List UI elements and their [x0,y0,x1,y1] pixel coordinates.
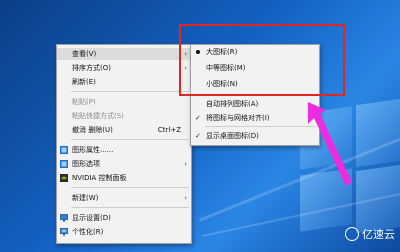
desktop-context-menu: 查看(V) › 排序方式(O) › 刷新(E) 粘贴(P) 粘贴快捷方式(S) … [56,44,192,244]
menu-item-label: 大图标(R) [206,48,238,56]
menu-item-label: 图形属性...... [72,146,114,154]
nvidia-icon [60,174,68,182]
menu-item-sort-by[interactable]: 排序方式(O) › [57,62,191,74]
intel-graphics-icon [60,146,68,154]
radio-bullet-icon [196,50,200,54]
checkmark-icon: ✓ [195,132,201,140]
menu-item-new[interactable]: 新建(W) › [57,192,191,204]
chevron-right-icon: › [184,194,187,202]
menu-item-label: 显示桌面图标(D) [206,132,259,140]
menu-shortcut-text: Ctrl+Z [157,126,181,134]
checkmark-icon: ✓ [195,114,201,122]
chevron-right-icon: › [184,160,187,168]
menu-item-display-settings[interactable]: 显示设置(D) [57,212,191,224]
menu-item-graphics-options[interactable]: 图形选项 › [57,158,191,170]
watermark: 亿速云 [345,226,395,242]
menu-item-nvidia-control-panel[interactable]: NVIDIA 控制面板 [57,172,191,184]
watermark-logo-icon [345,227,359,241]
menu-item-label: 自动排列图标(A) [206,100,259,108]
menu-item-undo-delete[interactable]: 撤消 删除(U) Ctrl+Z [57,124,191,136]
menu-item-paste-shortcut[interactable]: 粘贴快捷方式(S) [57,110,191,122]
menu-separator [205,94,317,95]
chevron-right-icon: › [184,50,187,58]
submenu-item-large-icons[interactable]: 大图标(R) [191,46,319,58]
menu-separator [71,91,189,92]
menu-item-label: 小图标(N) [206,80,238,88]
display-icon [60,214,68,222]
menu-item-label: 图形选项 [72,160,100,168]
menu-item-label: 粘贴快捷方式(S) [72,112,124,120]
menu-item-label: 查看(V) [72,50,97,58]
menu-item-label: 排序方式(O) [72,64,111,72]
menu-item-label: 新建(W) [72,194,99,202]
menu-separator [71,139,189,140]
menu-item-label: 粘贴(P) [72,98,96,106]
menu-item-label: 个性化(R) [72,228,104,236]
chevron-right-icon: › [184,64,187,72]
menu-item-label: 刷新(E) [72,78,96,86]
menu-item-graphics-properties[interactable]: 图形属性...... [57,144,191,156]
menu-item-paste[interactable]: 粘贴(P) [57,96,191,108]
watermark-text: 亿速云 [362,228,395,241]
pointer-arrow-icon [308,102,352,186]
menu-item-label: 中等图标(M) [206,64,246,72]
intel-graphics-icon [60,160,68,168]
menu-separator [71,207,189,208]
menu-item-label: 显示设置(D) [72,214,111,222]
menu-item-refresh[interactable]: 刷新(E) [57,76,191,88]
submenu-item-small-icons[interactable]: 小图标(N) [191,78,319,90]
submenu-item-medium-icons[interactable]: 中等图标(M) [191,62,319,74]
menu-item-label: 撤消 删除(U) [72,126,113,134]
menu-separator [71,187,189,188]
menu-item-label: NVIDIA 控制面板 [72,174,127,182]
personalize-icon [60,228,68,236]
menu-item-personalize[interactable]: 个性化(R) [57,226,191,238]
menu-item-view[interactable]: 查看(V) › [57,48,191,60]
menu-item-label: 将图标与网格对齐(I) [206,114,270,122]
